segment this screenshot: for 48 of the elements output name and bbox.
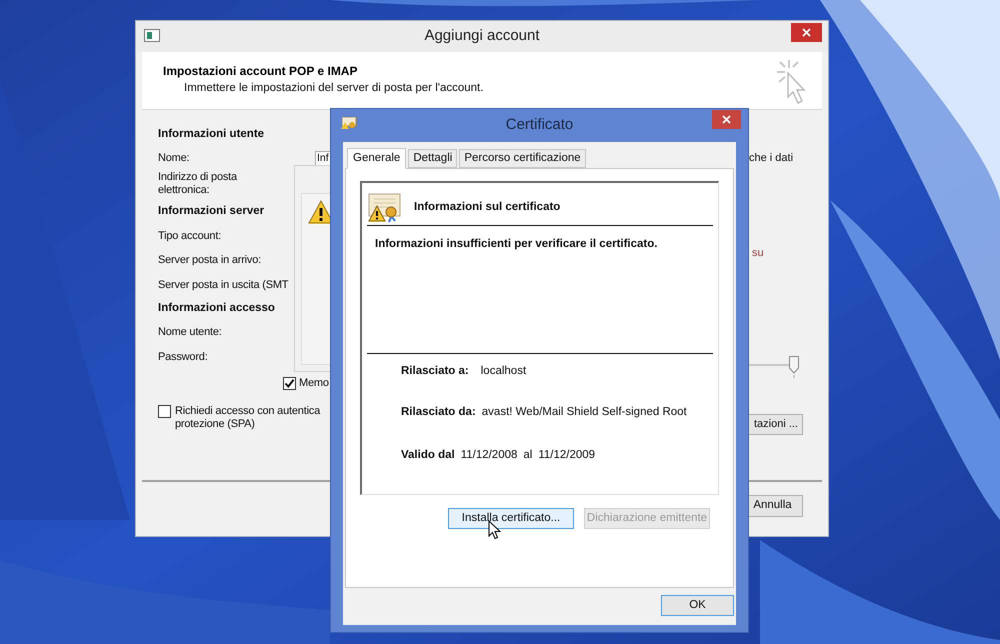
close-button[interactable] xyxy=(712,110,741,129)
status-message: Informazioni insufficienti per verificare il certificato. xyxy=(374,237,658,252)
description-text: che i dati xyxy=(749,151,794,166)
field-label: Indirizzo di posta elettronica: xyxy=(158,170,238,196)
field-label: Rilasciato da: xyxy=(401,404,476,420)
info-heading: Informazioni sul certificato xyxy=(414,200,560,215)
ok-button[interactable]: OK xyxy=(661,595,734,616)
checkbox-label: Memo xyxy=(299,376,329,391)
checkbox[interactable] xyxy=(158,404,171,418)
header-subtitle: Immettere le impostazioni del server di posta per l'account. xyxy=(183,81,484,96)
section-heading: Informazioni accesso xyxy=(158,300,275,316)
field-value: avast! Web/Mail Shield Self-signed Root xyxy=(482,404,687,420)
window-title: Aggiungi account xyxy=(424,26,540,46)
certificate-warning-icon xyxy=(368,192,402,222)
tab[interactable]: Generale xyxy=(347,148,406,169)
field-label: Server posta in uscita (SMT xyxy=(158,278,290,292)
window-icon xyxy=(144,29,160,42)
action-button[interactable]: Installa certificato... xyxy=(448,508,574,529)
slider[interactable] xyxy=(749,356,799,378)
field-label: Tipo account: xyxy=(158,228,222,244)
close-icon xyxy=(722,115,731,124)
tab[interactable]: Dettagli xyxy=(408,149,458,168)
header-title: Impostazioni account POP e IMAP xyxy=(163,63,358,80)
field-label: Nome utente: xyxy=(158,325,223,340)
checkbox-label: protezione (SPA) xyxy=(175,418,256,430)
tab[interactable]: Percorso certificazione xyxy=(459,149,586,168)
close-button[interactable] xyxy=(791,23,822,42)
section-heading: Informazioni utente xyxy=(158,126,264,142)
field-value: 11/12/2009 xyxy=(538,448,596,463)
settings-button[interactable]: tazioni ... xyxy=(749,414,803,435)
checkbox-label: Richiedi accesso con autentica xyxy=(175,404,320,418)
field-value: localhost xyxy=(480,364,526,379)
field-label: Password: xyxy=(158,350,209,364)
note-text: su xyxy=(751,246,765,260)
field-label: Rilasciato a: xyxy=(401,364,469,379)
field-value: 11/12/2008 xyxy=(460,448,518,463)
section-heading: Informazioni server xyxy=(158,204,264,220)
field-label: Server posta in arrivo: xyxy=(158,253,262,268)
slider-thumb[interactable] xyxy=(789,356,799,378)
field-label: Valido dal xyxy=(401,448,455,463)
field-label: Nome: xyxy=(158,151,190,166)
mouse-pointer-icon xyxy=(488,520,501,540)
input-field[interactable]: Inf xyxy=(315,150,331,166)
field-label: al xyxy=(523,448,532,463)
checkbox[interactable] xyxy=(283,376,296,390)
window-title: Certificato xyxy=(506,115,574,136)
close-icon xyxy=(802,28,811,37)
certificate-icon xyxy=(341,116,357,130)
